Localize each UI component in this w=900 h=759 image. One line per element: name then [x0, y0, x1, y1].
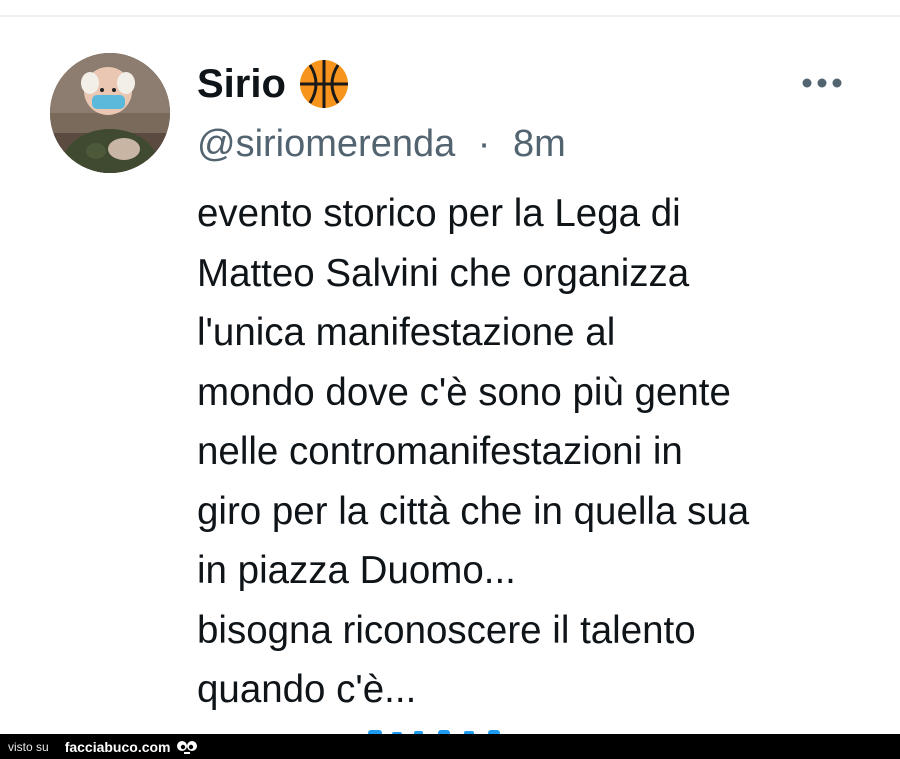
- eyes-logo-icon: [176, 740, 197, 754]
- watermark-footer: visto su facciabuco.com: [0, 734, 900, 759]
- more-horizontal-icon: [802, 78, 842, 88]
- tweet-time[interactable]: 8m: [513, 123, 566, 165]
- footer-site-link[interactable]: facciabuco.com: [65, 739, 171, 755]
- author-avatar[interactable]: [50, 53, 170, 173]
- top-divider: [0, 15, 900, 17]
- footer-visto-label: visto su: [8, 739, 49, 754]
- author-handle-row: @siriomerenda · 8m: [197, 120, 566, 168]
- basketball-icon: [299, 60, 348, 108]
- author-handle[interactable]: @siriomerenda: [197, 123, 455, 165]
- handle-separator: ·: [477, 123, 491, 165]
- tweet-text: evento storico per la Lega di Matteo Sal…: [197, 192, 750, 711]
- tweet-screenshot: Sirio @siriomerenda · 8m evento storico …: [0, 0, 900, 759]
- author-display-name[interactable]: Sirio: [197, 56, 286, 112]
- more-options-button[interactable]: [796, 66, 848, 100]
- author-name-row: Sirio: [197, 56, 350, 112]
- avatar-image: [50, 53, 170, 173]
